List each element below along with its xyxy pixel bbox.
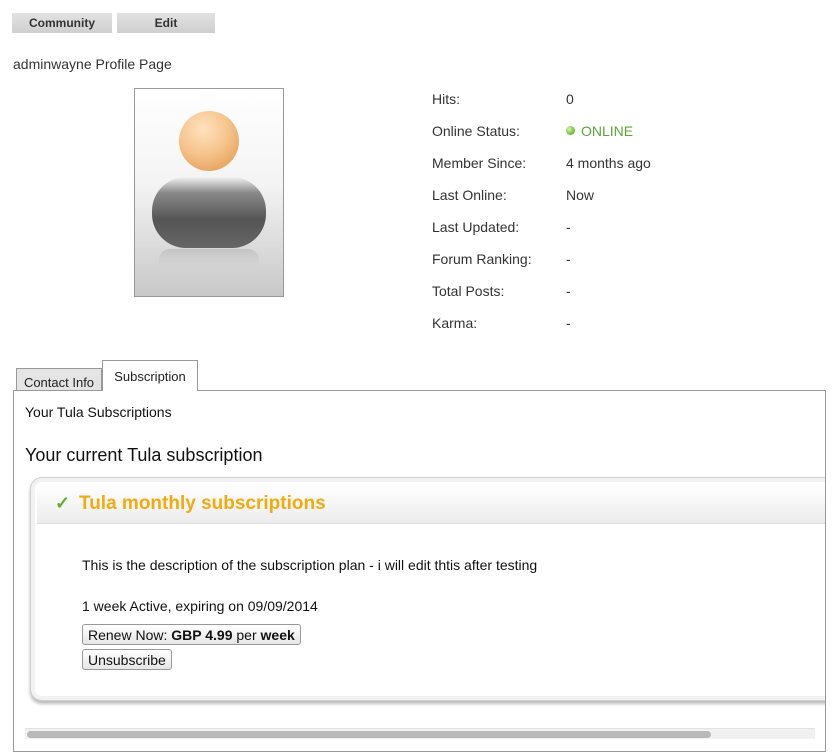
community-button[interactable]: Community xyxy=(12,13,112,33)
stat-label-hits: Hits: xyxy=(432,91,460,107)
stat-value-online-status: ONLINE xyxy=(566,123,633,139)
stat-value-member-since: 4 months ago xyxy=(566,155,651,171)
tab-subscription[interactable]: Subscription xyxy=(102,360,198,391)
stat-label-online-status: Online Status: xyxy=(432,123,520,139)
plan-description: This is the description of the subscript… xyxy=(82,557,538,573)
online-status-text: ONLINE xyxy=(581,123,634,139)
edit-button[interactable]: Edit xyxy=(117,13,215,33)
stat-label-member-since: Member Since: xyxy=(432,155,527,171)
checkmark-icon: ✓ xyxy=(55,493,71,513)
stat-value-forum-ranking: - xyxy=(566,251,571,267)
stat-label-karma: Karma: xyxy=(432,315,478,331)
stat-label-last-online: Last Online: xyxy=(432,187,507,203)
stat-label-total-posts: Total Posts: xyxy=(432,283,505,299)
renew-price: GBP 4.99 xyxy=(171,626,233,643)
page-title: adminwayne Profile Page xyxy=(13,56,172,72)
horizontal-scrollbar[interactable] xyxy=(25,728,815,739)
stat-value-hits: 0 xyxy=(566,91,574,107)
subscription-panel: Your Tula Subscriptions Your current Tul… xyxy=(13,390,826,752)
default-user-avatar-icon xyxy=(152,111,266,271)
current-subscription-heading: Your current Tula subscription xyxy=(25,445,263,465)
stat-value-total-posts: - xyxy=(566,283,571,299)
subscription-plan-card: ✓ Tula monthly subscriptions This is the… xyxy=(30,477,825,701)
stat-value-karma: - xyxy=(566,315,571,331)
unsubscribe-button[interactable]: Unsubscribe xyxy=(82,649,172,670)
online-status-dot-icon xyxy=(566,126,575,135)
renew-period: week xyxy=(260,626,295,643)
renew-per: per xyxy=(236,626,257,643)
subscriptions-section-label: Your Tula Subscriptions xyxy=(25,404,172,420)
plan-header: ✓ Tula monthly subscriptions xyxy=(37,484,825,524)
tab-contact-info[interactable]: Contact Info xyxy=(16,368,102,391)
plan-name: Tula monthly subscriptions xyxy=(79,493,326,514)
renew-now-button[interactable]: Renew Now: GBP 4.99 per week xyxy=(82,624,301,645)
stat-label-last-updated: Last Updated: xyxy=(432,219,520,235)
scrollbar-thumb[interactable] xyxy=(27,731,711,738)
stat-label-forum-ranking: Forum Ranking: xyxy=(432,251,532,267)
stat-value-last-online: Now xyxy=(566,187,595,203)
renew-prefix: Renew Now: xyxy=(88,626,168,643)
stat-value-last-updated: - xyxy=(566,219,571,235)
avatar xyxy=(134,88,284,297)
plan-status: 1 week Active, expiring on 09/09/2014 xyxy=(82,598,318,614)
